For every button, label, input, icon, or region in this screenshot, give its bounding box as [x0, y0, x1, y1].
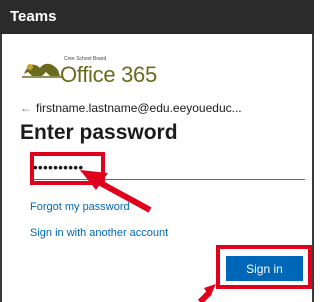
forgot-password-link[interactable]: Forgot my password	[30, 201, 130, 213]
back-arrow-icon[interactable]: ←	[20, 101, 32, 115]
window-title: Teams	[10, 8, 57, 25]
window-frame-left	[0, 34, 2, 302]
sign-in-highlight-box	[216, 245, 312, 289]
window-titlebar: Teams	[0, 0, 314, 34]
password-highlight-box	[30, 152, 105, 185]
logo-product-name: Office 365	[60, 62, 157, 87]
window-frame-right	[312, 34, 314, 302]
page-title: Enter password	[20, 121, 178, 144]
sign-in-pointer-arrow-icon	[197, 284, 216, 302]
sign-in-another-account-link[interactable]: Sign in with another account	[30, 227, 168, 239]
account-email: firstname.lastname@edu.eeyoueduc...	[36, 101, 242, 115]
office365-logo-icon	[22, 63, 62, 78]
account-row[interactable]: ← firstname.lastname@edu.eeyoueduc...	[20, 101, 308, 115]
office365-logo: Cree School Board Office 365	[20, 56, 190, 92]
